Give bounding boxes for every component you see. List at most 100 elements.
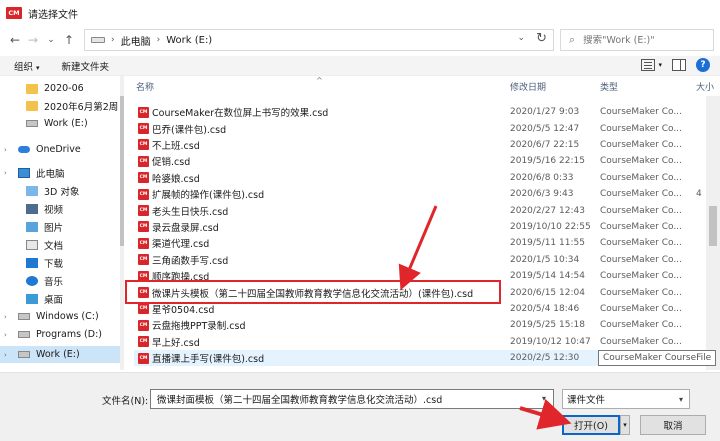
file-modified-date: 2019/10/10 22:55	[510, 221, 591, 232]
file-row[interactable]: CM 云盘拖拽PPT录制.csd 2019/5/25 15:18 CourseMake…	[134, 317, 720, 333]
sidebar-item[interactable]: 图片	[0, 218, 124, 235]
sidebar-item-label: 图片	[44, 222, 64, 234]
sidebar-item[interactable]: 视频	[0, 200, 124, 217]
file-row[interactable]: CM 老头生日快乐.csd 2020/2/27 12:43 CourseMaker C…	[134, 202, 720, 218]
file-row[interactable]: CM 不上班.csd 2020/6/7 22:15 CourseMaker Co...	[134, 137, 720, 153]
help-icon[interactable]: ?	[696, 58, 710, 72]
csd-file-icon: CM	[138, 237, 149, 249]
file-row[interactable]: CM 促销.csd 2019/5/16 22:15 CourseMaker Co...	[134, 153, 720, 169]
file-row[interactable]: CM 星爷0504.csd 2020/5/4 18:46 CourseMaker Co…	[134, 301, 720, 317]
sidebar-item[interactable]: 2020年6月第2周	[0, 97, 124, 114]
file-row[interactable]: CM CourseMaker在数位屏上书写的效果.csd 2020/1/27 9:0…	[134, 104, 720, 120]
address-bar[interactable]: › 此电脑 › Work (E:) ⌄ ↻	[84, 29, 554, 51]
sidebar-item[interactable]: 3D 对象	[0, 182, 124, 199]
sidebar-item[interactable]: 音乐	[0, 272, 124, 289]
file-row[interactable]: CM 巴乔(课件包).csd 2020/5/5 12:47 CourseMaker C…	[134, 120, 720, 136]
file-row[interactable]: CM 早上好.csd 2019/10/12 10:47 CourseMaker Co.…	[134, 334, 720, 350]
file-row[interactable]: CM 顺序跑操.csd 2019/5/14 14:54 CourseMaker Co.…	[134, 268, 720, 284]
file-name: 巴乔(课件包).csd	[152, 124, 227, 136]
open-button[interactable]: 打开(O)	[562, 415, 620, 435]
sidebar-item[interactable]: › OneDrive	[0, 141, 124, 158]
back-arrow-icon[interactable]: ←	[6, 31, 24, 49]
csd-file-icon: CM	[138, 303, 149, 315]
file-row[interactable]: CM 录云盘录屏.csd 2019/10/10 22:55 CourseMaker C…	[134, 219, 720, 235]
column-header-size[interactable]: 大小	[696, 76, 714, 96]
sort-ascending-icon: ^	[316, 76, 323, 85]
sidebar-item-label: 此电脑	[36, 168, 65, 180]
sidebar-item[interactable]: 2020-06	[0, 80, 124, 97]
open-options-dropdown-icon[interactable]: ▾	[620, 415, 630, 435]
file-modified-date: 2020/6/15 12:04	[510, 287, 585, 298]
file-list-scrollbar[interactable]	[706, 96, 720, 370]
refresh-icon[interactable]: ↻	[536, 31, 547, 46]
folder-icon	[26, 100, 38, 111]
sidebar-item-label: OneDrive	[36, 144, 81, 155]
sidebar-item[interactable]: › 此电脑	[0, 164, 124, 181]
folder-icon	[26, 83, 38, 94]
expand-chevron-icon[interactable]: ›	[4, 169, 7, 177]
file-row[interactable]: CM 哈婆娘.csd 2020/6/8 0:33 CourseMaker Co...	[134, 170, 720, 186]
column-header-modified[interactable]: 修改日期	[510, 76, 546, 96]
file-modified-date: 2020/1/27 9:03	[510, 107, 580, 118]
view-options-icon[interactable]	[641, 59, 656, 71]
preview-pane-icon[interactable]	[672, 59, 686, 71]
sidebar-item[interactable]: 桌面	[0, 290, 124, 307]
file-modified-date: 2020/6/7 22:15	[510, 139, 580, 150]
forward-arrow-icon[interactable]: →	[24, 31, 42, 49]
sidebar-item-label: 2020-06	[44, 83, 84, 94]
search-input[interactable]	[583, 34, 704, 46]
file-modified-date: 2020/1/5 10:34	[510, 254, 580, 265]
up-arrow-icon[interactable]: ↑	[60, 31, 78, 49]
file-modified-date: 2020/6/3 9:43	[510, 189, 574, 200]
column-header-type[interactable]: 类型	[600, 76, 618, 96]
sidebar-item[interactable]: › Programs (D:)	[0, 326, 124, 343]
search-box[interactable]: ⌕	[560, 29, 714, 51]
file-modified-date: 2020/5/5 12:47	[510, 123, 580, 134]
sidebar-item[interactable]: Work (E:)	[0, 115, 124, 132]
video-icon	[26, 203, 38, 214]
filetype-select[interactable]: 课件文件 ▾	[562, 389, 690, 409]
expand-chevron-icon[interactable]: ›	[4, 313, 7, 321]
drive-icon	[18, 331, 30, 338]
file-row[interactable]: CM 微课片头模板（第二十四届全国教师教育教学信息化交流活动）(课件包).csd 2…	[134, 284, 720, 300]
sidebar-item[interactable]: 下载	[0, 254, 124, 271]
address-dropdown-icon[interactable]: ⌄	[517, 33, 525, 43]
recent-locations-dropdown-icon[interactable]: ⌄	[42, 31, 60, 49]
sidebar-item-label: 音乐	[44, 276, 64, 288]
csd-file-icon: CM	[138, 254, 149, 266]
expand-chevron-icon[interactable]: ›	[4, 331, 7, 339]
expand-chevron-icon[interactable]: ›	[4, 351, 7, 359]
file-name: 老头生日快乐.csd	[152, 206, 229, 218]
breadcrumb-separator-icon[interactable]: ›	[157, 35, 161, 45]
file-name: CourseMaker在数位屏上书写的效果.csd	[152, 108, 329, 120]
drive-icon	[18, 351, 30, 358]
chevron-down-icon: ▾	[36, 63, 40, 72]
cancel-button[interactable]: 取消	[640, 415, 706, 435]
sidebar-item[interactable]: › Windows (C:)	[0, 308, 124, 325]
breadcrumb-work-e[interactable]: Work (E:)	[166, 35, 212, 46]
breadcrumb-separator-icon[interactable]: ›	[111, 35, 115, 45]
file-row[interactable]: CM 扩展帧的操作(课件包).csd 2020/6/3 9:43 CourseMake…	[134, 186, 720, 202]
file-name: 不上班.csd	[152, 140, 200, 152]
window-title: 请选择文件	[28, 9, 78, 21]
file-type: CourseMaker Co...	[600, 271, 682, 282]
organize-button[interactable]: 组织 ▾	[14, 59, 40, 73]
search-icon: ⌕	[569, 33, 576, 46]
file-modified-date: 2020/5/4 18:46	[510, 303, 580, 314]
csd-file-icon: CM	[138, 106, 149, 118]
column-header-name[interactable]: 名称	[136, 76, 154, 96]
sidebar-item[interactable]: › Work (E:)	[0, 346, 124, 363]
expand-chevron-icon[interactable]: ›	[4, 146, 7, 154]
file-list-scrollbar-thumb[interactable]	[709, 206, 717, 246]
filename-dropdown-icon[interactable]: ▾	[542, 394, 546, 403]
breadcrumb-this-pc[interactable]: 此电脑	[121, 33, 151, 48]
sidebar-item[interactable]: 文档	[0, 236, 124, 253]
view-dropdown-icon[interactable]: ▾	[658, 61, 662, 69]
coursemaker-app-icon: CM	[6, 7, 22, 19]
file-row[interactable]: CM 渠道代理.csd 2019/5/11 11:55 CourseMaker Co.…	[134, 235, 720, 251]
file-modified-date: 2019/10/12 10:47	[510, 336, 591, 347]
new-folder-button[interactable]: 新建文件夹	[62, 59, 110, 73]
file-row[interactable]: CM 三角函数手写.csd 2020/1/5 10:34 CourseMaker Co…	[134, 252, 720, 268]
navigation-bar: ← → ⌄ ↑ › 此电脑 › Work (E:) ⌄ ↻ ⌕	[0, 26, 720, 54]
filename-input[interactable]	[150, 389, 554, 409]
